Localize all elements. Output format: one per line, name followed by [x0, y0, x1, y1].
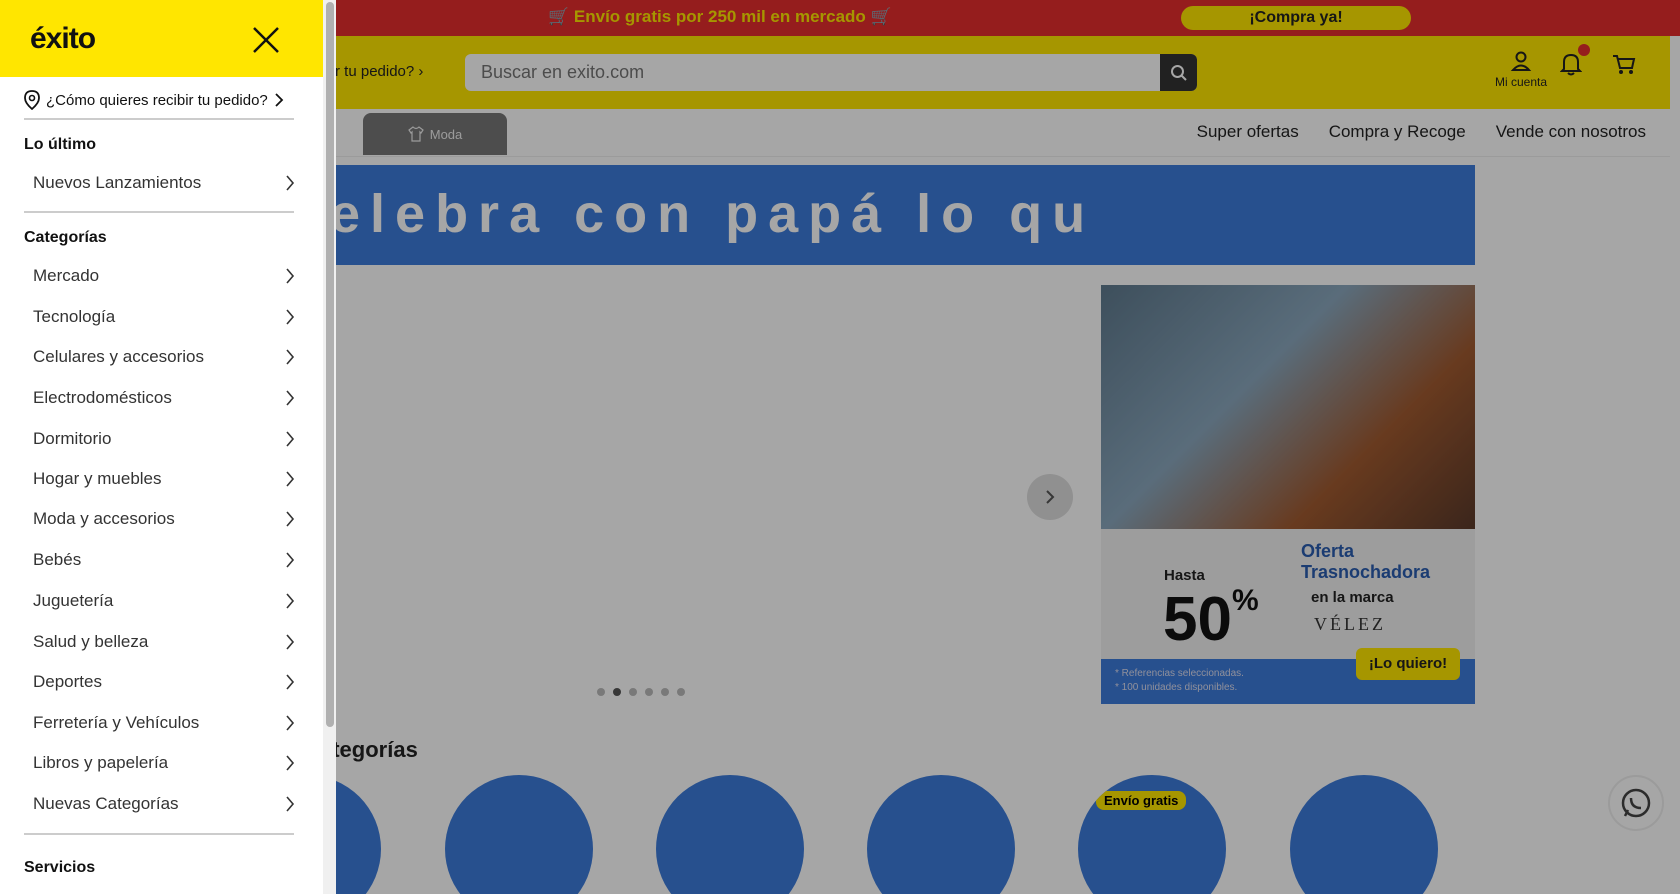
- chevron-right-icon: [286, 268, 295, 284]
- menu-item[interactable]: Libros y papelería: [33, 745, 295, 781]
- menu-item-label: Juguetería: [33, 591, 114, 610]
- location-pin-icon: [24, 90, 40, 110]
- chevron-right-icon: [286, 309, 295, 325]
- chevron-right-icon: [286, 634, 295, 650]
- menu-item-label: Celulares y accesorios: [33, 347, 205, 366]
- side-menu-drawer: éxito ¿Cómo quieres recibir tu pedido? L…: [0, 0, 336, 894]
- section-title: Categorías: [24, 229, 107, 246]
- chevron-right-icon: [286, 431, 295, 447]
- delivery-method-link[interactable]: ¿Cómo quieres recibir tu pedido?: [24, 86, 294, 120]
- menu-item-label: Deportes: [33, 672, 102, 691]
- menu-item-label: Libros y papelería: [33, 753, 169, 772]
- chevron-right-icon: [286, 511, 295, 527]
- chevron-right-icon: [286, 715, 295, 731]
- close-button[interactable]: [248, 22, 284, 58]
- chevron-right-icon: [286, 552, 295, 568]
- menu-item-label: Moda y accesorios: [33, 509, 175, 528]
- chevron-right-icon: [286, 755, 295, 771]
- chevron-right-icon: [286, 471, 295, 487]
- menu-item[interactable]: Ferretería y Vehículos: [33, 705, 295, 741]
- menu-item-label: Salud y belleza: [33, 632, 149, 651]
- delivery-question: ¿Cómo quieres recibir tu pedido?: [46, 91, 268, 109]
- menu-item-label: Ferretería y Vehículos: [33, 713, 200, 732]
- menu-item-label: Tecnología: [33, 307, 116, 326]
- chevron-right-icon: [286, 349, 295, 365]
- menu-item[interactable]: Tecnología: [33, 299, 295, 335]
- menu-item-label: Nuevos Lanzamientos: [33, 173, 202, 192]
- menu-item-label: Electrodomésticos: [33, 388, 172, 407]
- menu-item[interactable]: Deportes: [33, 664, 295, 700]
- chevron-right-icon: [286, 593, 295, 609]
- drawer-header: éxito: [0, 0, 323, 77]
- drawer-scroll-thumb[interactable]: [326, 2, 334, 727]
- page: 🛒 Envío gratis por 250 mil en mercado 🛒 …: [0, 0, 1680, 894]
- menu-item[interactable]: Salud y belleza: [33, 624, 295, 660]
- menu-item[interactable]: Juguetería: [33, 583, 295, 619]
- menu-item[interactable]: Electrodomésticos: [33, 380, 295, 416]
- section-title: Servicios: [24, 859, 96, 876]
- menu-item[interactable]: Mercado: [33, 258, 295, 294]
- chevron-right-icon: [275, 93, 284, 107]
- section-title: Lo último: [24, 136, 96, 153]
- chevron-right-icon: [286, 796, 295, 812]
- section-divider: [24, 833, 294, 835]
- menu-item[interactable]: Celulares y accesorios: [33, 339, 295, 375]
- menu-item[interactable]: Moda y accesorios: [33, 501, 295, 537]
- menu-item-label: Nuevas Categorías: [33, 794, 179, 813]
- chevron-right-icon: [286, 390, 295, 406]
- menu-item-label: Mercado: [33, 266, 100, 285]
- menu-item[interactable]: Nuevos Lanzamientos: [33, 165, 295, 201]
- menu-item[interactable]: Hogar y muebles: [33, 461, 295, 497]
- close-icon: [253, 27, 279, 53]
- chevron-right-icon: [286, 175, 295, 191]
- section-divider: [24, 211, 294, 213]
- exito-logo[interactable]: éxito: [30, 22, 96, 56]
- chevron-right-icon: [286, 674, 295, 690]
- menu-item-label: Dormitorio: [33, 429, 112, 448]
- menu-item-label: Hogar y muebles: [33, 469, 162, 488]
- menu-item[interactable]: Bebés: [33, 542, 295, 578]
- menu-item[interactable]: Nuevas Categorías: [33, 786, 295, 822]
- menu-item-label: Bebés: [33, 550, 82, 569]
- menu-item[interactable]: Dormitorio: [33, 421, 295, 457]
